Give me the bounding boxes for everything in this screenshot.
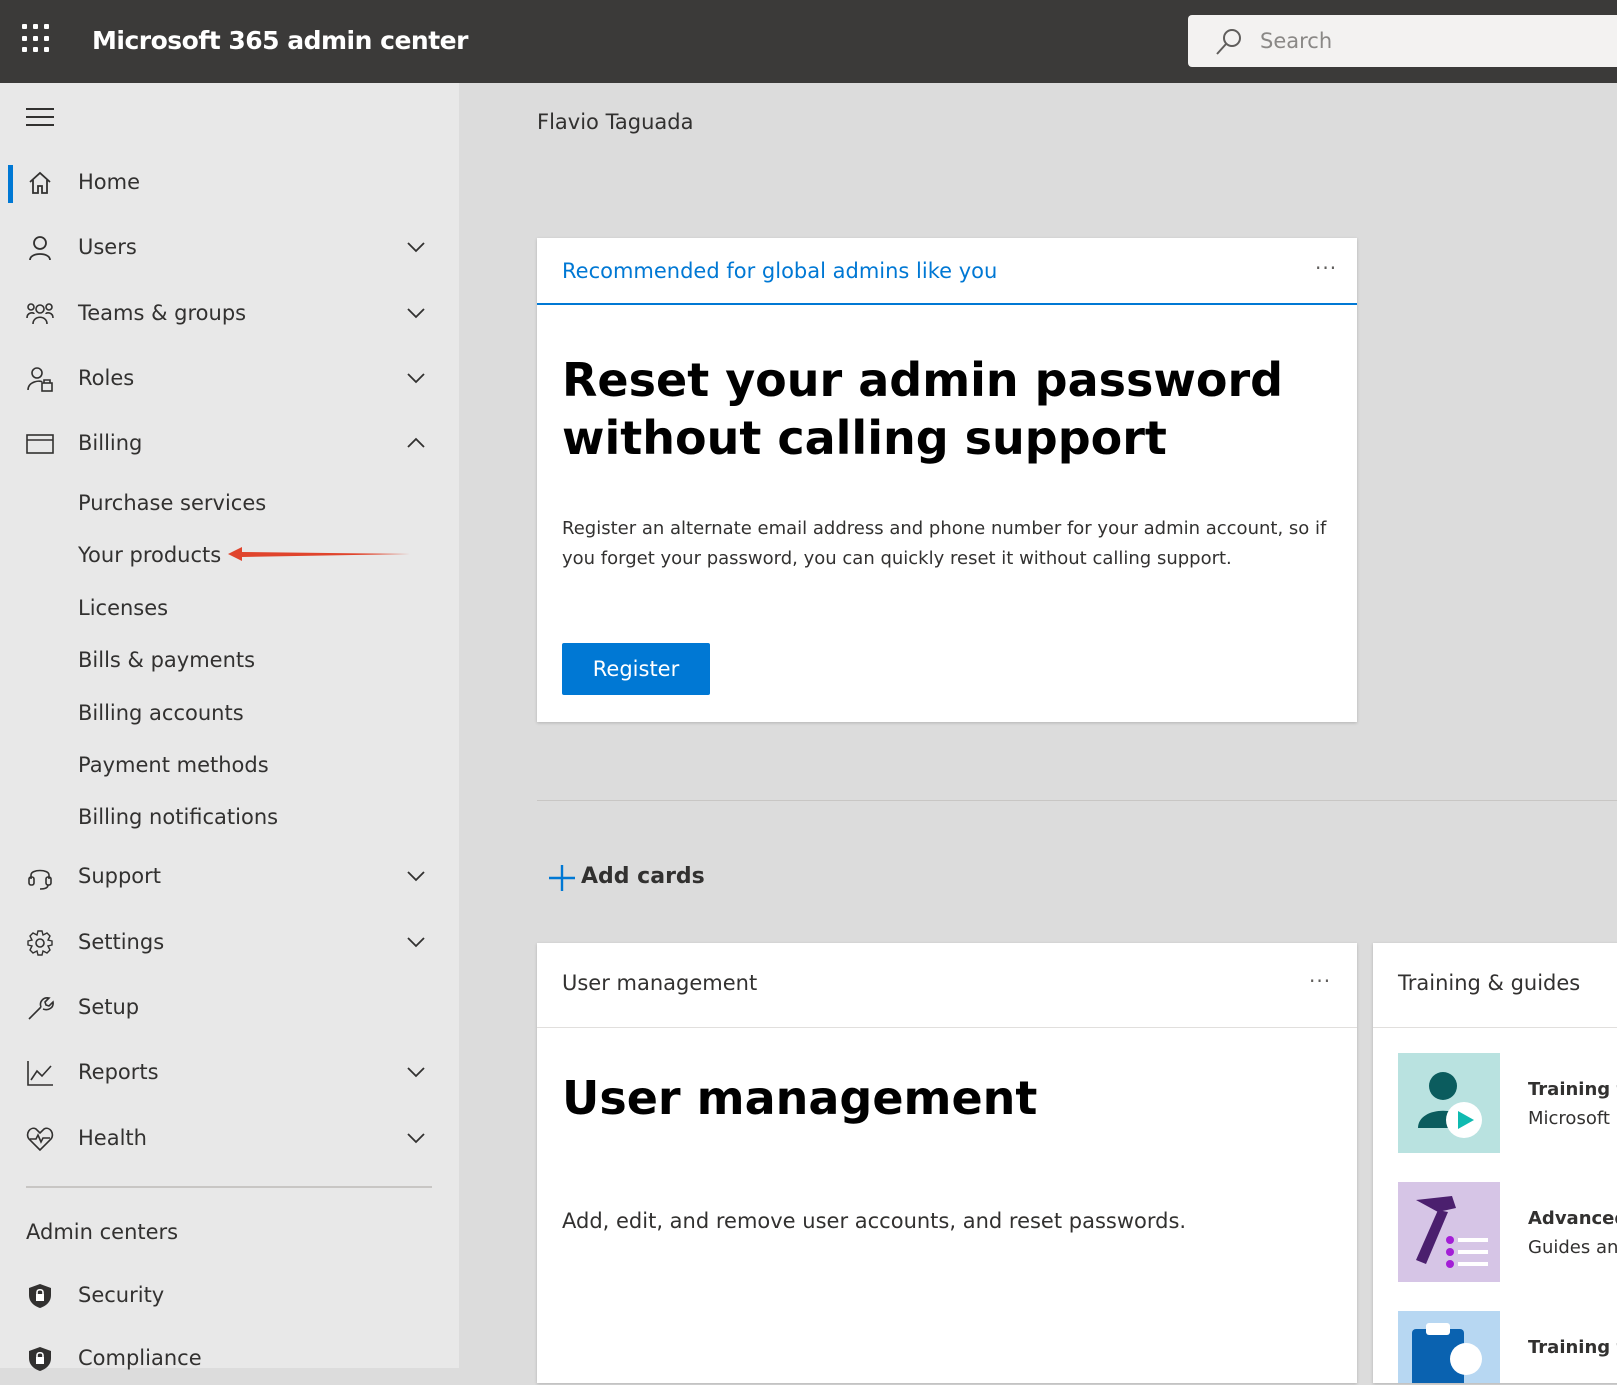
- card-description: Register an alternate email address and …: [562, 518, 1327, 569]
- billing-sub-payment-methods[interactable]: Payment methods: [78, 753, 269, 777]
- chart-icon: [27, 1061, 53, 1086]
- chevron-down-icon[interactable]: [405, 236, 427, 258]
- search-box[interactable]: Search: [1188, 15, 1617, 67]
- roles-icon: [27, 367, 53, 392]
- sidebar-item-teams-groups[interactable]: Teams & groups: [0, 288, 459, 340]
- training-item[interactable]: Advanced Guides an: [1528, 1204, 1617, 1262]
- home-icon: [29, 171, 51, 194]
- sidebar-item-roles[interactable]: Roles: [0, 353, 459, 405]
- billing-sub-licenses[interactable]: Licenses: [78, 596, 168, 620]
- clipboard-guide-icon[interactable]: [1398, 1311, 1500, 1383]
- app-launcher-icon[interactable]: [22, 24, 52, 54]
- sidebar-divider: [26, 1186, 432, 1188]
- training-item[interactable]: Training f: [1528, 1333, 1617, 1362]
- sidebar-item-home[interactable]: Home: [0, 157, 459, 209]
- plus-icon: [549, 865, 575, 891]
- add-cards-label: Add cards: [581, 864, 705, 889]
- chevron-up-icon[interactable]: [405, 432, 427, 454]
- section-divider: [537, 800, 1617, 801]
- training-item-subtitle: Microsoft: [1528, 1108, 1610, 1129]
- teams-groups-icon: [26, 303, 54, 325]
- card-title: User management: [562, 1071, 1038, 1125]
- register-button[interactable]: Register: [562, 643, 710, 695]
- sidebar-item-label: Teams & groups: [78, 301, 247, 325]
- shield-icon: [29, 1347, 51, 1371]
- top-bar: Microsoft 365 admin center Search: [0, 0, 1617, 83]
- app-title[interactable]: Microsoft 365 admin center: [92, 26, 468, 55]
- sidebar-item-label: Support: [78, 864, 162, 888]
- chevron-down-icon[interactable]: [405, 367, 427, 389]
- active-indicator: [8, 165, 13, 203]
- hammer-guide-icon[interactable]: [1398, 1182, 1500, 1282]
- gear-icon: [27, 930, 53, 956]
- sidebar: [0, 83, 459, 1368]
- sidebar-item-label: Compliance: [78, 1346, 202, 1370]
- training-item-subtitle: Guides an: [1528, 1237, 1617, 1258]
- sidebar-item-security[interactable]: Security: [0, 1270, 459, 1322]
- chevron-down-icon[interactable]: [405, 1061, 427, 1083]
- card-header-label: User management: [562, 971, 758, 995]
- sidebar-item-compliance[interactable]: Compliance: [0, 1333, 459, 1385]
- sidebar-item-label: Roles: [78, 366, 135, 390]
- user-name: Flavio Taguada: [537, 110, 694, 134]
- sidebar-item-reports[interactable]: Reports: [0, 1047, 459, 1099]
- sidebar-item-billing[interactable]: Billing: [0, 418, 459, 470]
- shield-icon: [29, 1284, 51, 1308]
- training-item[interactable]: Training f Microsoft: [1528, 1075, 1617, 1133]
- sidebar-item-support[interactable]: Support: [0, 851, 459, 903]
- training-guides-card: Training & guides Training f Microsoft A…: [1373, 943, 1617, 1383]
- sidebar-item-setup[interactable]: Setup: [0, 982, 459, 1034]
- sidebar-item-label: Settings: [78, 930, 165, 954]
- recommended-card: Recommended for global admins like you ·…: [537, 238, 1357, 722]
- sidebar-item-label: Setup: [78, 995, 140, 1019]
- training-item-title: Training f: [1528, 1079, 1617, 1100]
- admin-centers-heading: Admin centers: [26, 1220, 179, 1244]
- user-icon: [29, 236, 51, 261]
- card-header-label: Training & guides: [1398, 971, 1581, 995]
- billing-card-icon: [26, 434, 54, 454]
- chevron-down-icon[interactable]: [405, 931, 427, 953]
- heart-pulse-icon: [26, 1127, 54, 1152]
- card-header: Training & guides: [1373, 943, 1617, 1028]
- hamburger-menu-icon[interactable]: [26, 106, 54, 128]
- sidebar-item-users[interactable]: Users: [0, 222, 459, 274]
- billing-sub-billing-notifications[interactable]: Billing notifications: [78, 805, 278, 829]
- billing-sub-purchase-services[interactable]: Purchase services: [78, 491, 266, 515]
- sidebar-item-label: Home: [78, 170, 141, 194]
- sidebar-item-label: Health: [78, 1126, 147, 1150]
- sidebar-item-label: Security: [78, 1283, 165, 1307]
- card-header-label: Recommended for global admins like you: [562, 259, 998, 283]
- training-video-icon[interactable]: [1398, 1053, 1500, 1153]
- billing-sub-your-products[interactable]: Your products: [78, 543, 221, 567]
- card-header: Recommended for global admins like you ·…: [537, 238, 1357, 305]
- search-placeholder: Search: [1260, 29, 1333, 53]
- training-item-title: Advanced: [1528, 1208, 1617, 1229]
- annotation-arrow: [228, 547, 410, 561]
- wrench-icon: [28, 997, 54, 1020]
- training-item-title: Training f: [1528, 1337, 1617, 1358]
- billing-sub-billing-accounts[interactable]: Billing accounts: [78, 701, 244, 725]
- more-options-icon[interactable]: ···: [1315, 256, 1337, 280]
- headset-icon: [28, 869, 52, 890]
- sidebar-item-label: Reports: [78, 1060, 159, 1084]
- more-options-icon[interactable]: ···: [1309, 969, 1331, 993]
- chevron-down-icon[interactable]: [405, 1127, 427, 1149]
- sidebar-item-health[interactable]: Health: [0, 1113, 459, 1165]
- card-title: Reset your admin password without callin…: [562, 353, 1284, 465]
- sidebar-item-settings[interactable]: Settings: [0, 917, 459, 969]
- user-management-card: User management ··· User management Add,…: [537, 943, 1357, 1383]
- sidebar-item-label: Users: [78, 235, 137, 259]
- card-header: User management ···: [537, 943, 1357, 1028]
- chevron-down-icon[interactable]: [405, 302, 427, 324]
- search-icon: [1216, 29, 1241, 55]
- card-description: Add, edit, and remove user accounts, and…: [562, 1209, 1187, 1233]
- billing-sub-bills-payments[interactable]: Bills & payments: [78, 648, 255, 672]
- sidebar-item-label: Billing: [78, 431, 143, 455]
- chevron-down-icon[interactable]: [405, 865, 427, 887]
